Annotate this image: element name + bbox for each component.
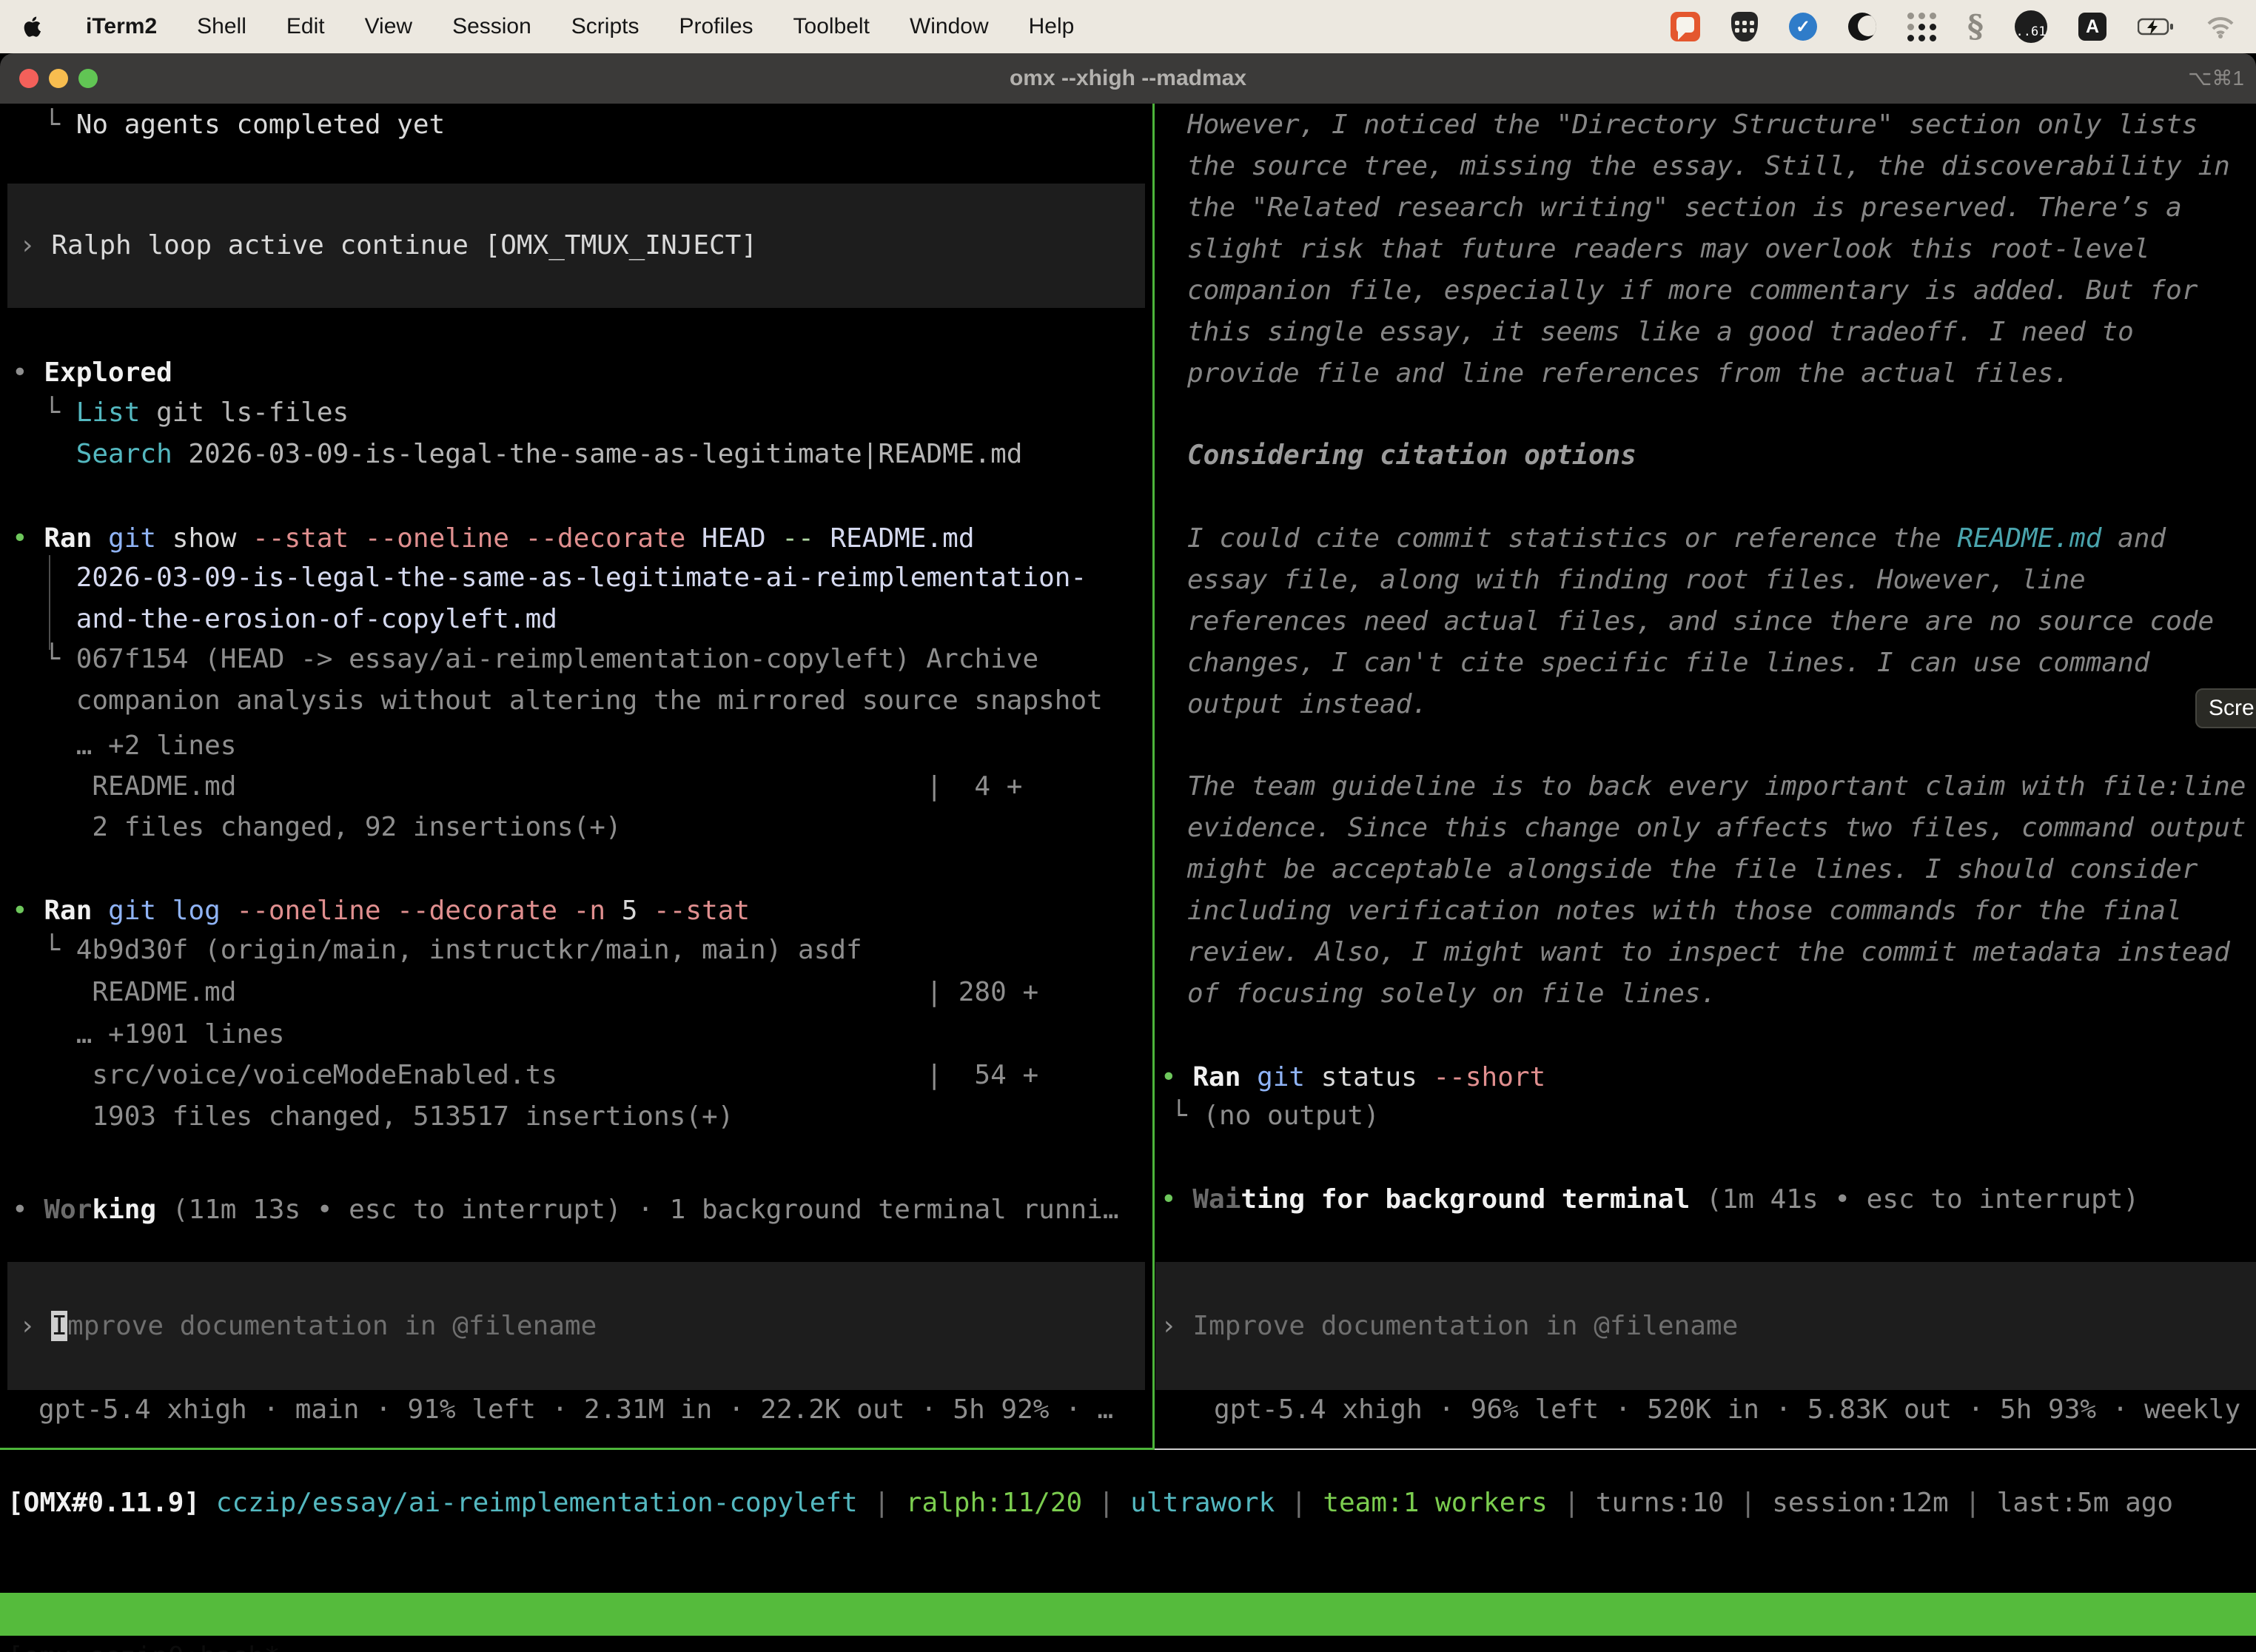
menu-item-help[interactable]: Help <box>1029 14 1075 39</box>
terminal-line: gpt-5.4 xhigh · main · 91% left · 2.31M … <box>38 1389 1113 1431</box>
terminal-line: └ (no output) <box>1171 1095 1380 1137</box>
terminal-line: README.md | 4 + <box>12 765 1022 807</box>
menu-bar-status-icons: ✓ § ..61 A <box>1671 10 2235 43</box>
apple-logo-icon[interactable] <box>21 14 46 39</box>
terminal-line: └ 4b9d30f (origin/main, instructkr/main,… <box>12 929 862 971</box>
keyboard-layout-icon[interactable]: A <box>2078 13 2106 41</box>
terminal-line: companion file, especially if more comme… <box>1187 269 2198 312</box>
terminal-line: └ 067f154 (HEAD -> essay/ai-reimplementa… <box>12 638 1038 680</box>
terminal-line: changes, I can't cite specific file line… <box>1187 642 2149 684</box>
terminal-line: might be acceptable alongside the file l… <box>1187 848 2198 890</box>
terminal-line: • Working (11m 13s • esc to interrupt) ·… <box>12 1189 1119 1231</box>
wifi-icon[interactable] <box>2206 15 2235 38</box>
screen-recording-indicator-icon[interactable] <box>1671 12 1700 41</box>
terminal-line: this single essay, it seems like a good … <box>1187 311 2134 353</box>
dragon-glyph-icon[interactable]: § <box>1967 11 1984 42</box>
terminal-line: … +1901 lines <box>12 1013 284 1055</box>
dots-grid-icon[interactable] <box>1907 13 1936 41</box>
gauge-61-icon[interactable]: ..61 <box>2015 10 2047 43</box>
terminal-line: › Improve documentation in @filename <box>1161 1305 1738 1347</box>
right-pane[interactable]: However, I noticed the "Directory Struct… <box>1161 104 2256 1450</box>
menu-item-scripts[interactable]: Scripts <box>571 14 639 39</box>
terminal-line: and-the-erosion-of-copyleft.md <box>12 598 557 640</box>
menu-item-view[interactable]: View <box>365 14 412 39</box>
menu-item-shell[interactable]: Shell <box>197 14 246 39</box>
left-pane-bottom-border <box>0 1448 1152 1450</box>
terminal-line: └ List git ls-files <box>12 392 349 434</box>
title-bar[interactable]: omx --xhigh --madmax ⌥⌘1 <box>0 53 2256 104</box>
menu-item-toolbelt[interactable]: Toolbelt <box>793 14 870 39</box>
left-pane[interactable]: └ No agents completed yet › Ralph loop ac… <box>12 104 1147 1450</box>
terminal-line: essay file, along with finding root file… <box>1187 559 2086 601</box>
tmux-session-label: [omx-cczip0:bash* <box>7 1636 280 1652</box>
terminal-line: • Ran git status --short <box>1161 1056 1545 1098</box>
menu-item-profiles[interactable]: Profiles <box>679 14 753 39</box>
terminal-line: … +2 lines <box>12 725 236 767</box>
terminal-window: omx --xhigh --madmax ⌥⌘1 └ No agents com… <box>0 53 2256 1652</box>
tmux-status-bar: [omx-cczip0:bash* "MacBook-Pro-44.local"… <box>0 1593 2256 1636</box>
terminal-line: • Ran git log --oneline --decorate -n 5 … <box>12 890 750 932</box>
window-shortcut-badge: ⌥⌘1 <box>2188 53 2244 104</box>
terminal-line: slight risk that future readers may over… <box>1187 228 2149 270</box>
right-pane-bottom-border <box>1155 1448 2256 1450</box>
terminal-line: Search 2026-03-09-is-legal-the-same-as-l… <box>12 433 1022 475</box>
screen-tooltip-label: Scre <box>2209 696 2255 721</box>
terminal-line: src/voice/voiceModeEnabled.ts | 54 + <box>12 1054 1038 1096</box>
terminal-line: • Explored <box>12 352 172 394</box>
menu-item-session[interactable]: Session <box>452 14 531 39</box>
menu-item-edit[interactable]: Edit <box>286 14 325 39</box>
menu-bar-left: iTerm2 Shell Edit View Session Scripts Profil… <box>21 14 1074 39</box>
terminal-line: 1903 files changed, 513517 insertions(+) <box>12 1095 733 1138</box>
battery-icon[interactable] <box>2138 17 2175 36</box>
terminal-line: Considering citation options <box>1187 434 1636 477</box>
privacy-shield-icon[interactable] <box>1731 12 1758 41</box>
terminal-line: references need actual files, and since … <box>1187 600 2214 642</box>
terminal-content: └ No agents completed yet › Ralph loop ac… <box>0 104 2256 1652</box>
terminal-line: The team guideline is to back every impo… <box>1187 765 2246 807</box>
window-title: omx --xhigh --madmax <box>0 53 2256 104</box>
menu-bar: iTerm2 Shell Edit View Session Scripts Profil… <box>0 0 2256 53</box>
terminal-line: output instead. <box>1187 683 1428 725</box>
terminal-line: • Waiting for background terminal (1m 41… <box>1161 1178 2139 1220</box>
terminal-line: the "Related research writing" section i… <box>1187 187 2182 229</box>
terminal-line: 2 files changed, 92 insertions(+) <box>12 806 622 848</box>
terminal-line: › Improve documentation in @filename <box>19 1305 597 1347</box>
omx-status-line: [OMX#0.11.9] cczip/essay/ai-reimplementa… <box>7 1482 2173 1524</box>
terminal-line: review. Also, I might want to inspect th… <box>1187 931 2230 973</box>
crescent-app-icon[interactable] <box>1848 13 1876 41</box>
verified-badge-icon[interactable]: ✓ <box>1789 13 1817 41</box>
menu-app-name[interactable]: iTerm2 <box>86 14 157 39</box>
terminal-line: provide file and line references from th… <box>1187 352 2069 394</box>
menu-item-window[interactable]: Window <box>910 14 989 39</box>
terminal-line: However, I noticed the "Directory Struct… <box>1187 104 2198 146</box>
terminal-line: of focusing solely on file lines. <box>1187 973 1716 1015</box>
terminal-line: gpt-5.4 xhigh · 96% left · 520K in · 5.8… <box>1214 1389 2256 1431</box>
terminal-line: evidence. Since this change only affects… <box>1187 807 2246 849</box>
terminal-line: └ No agents completed yet <box>12 104 445 146</box>
screen-tooltip: Scre <box>2195 688 2256 728</box>
terminal-line: • Ran git show --stat --oneline --decora… <box>12 517 975 560</box>
terminal-line: README.md | 280 + <box>12 971 1038 1013</box>
terminal-line: › Ralph loop active continue [OMX_TMUX_I… <box>19 224 757 266</box>
terminal-line: including verification notes with those … <box>1187 890 2182 932</box>
terminal-line: 2026-03-09-is-legal-the-same-as-legitima… <box>12 557 1087 599</box>
pane-divider[interactable] <box>1152 104 1155 1450</box>
menu-items: Shell Edit View Session Scripts Profiles Toolb… <box>197 14 1074 39</box>
screen: iTerm2 Shell Edit View Session Scripts Profil… <box>0 0 2256 1652</box>
terminal-line: the source tree, missing the essay. Stil… <box>1187 145 2230 187</box>
terminal-line: companion analysis without altering the … <box>12 679 1103 722</box>
terminal-line: I could cite commit statistics or refere… <box>1187 517 2166 560</box>
